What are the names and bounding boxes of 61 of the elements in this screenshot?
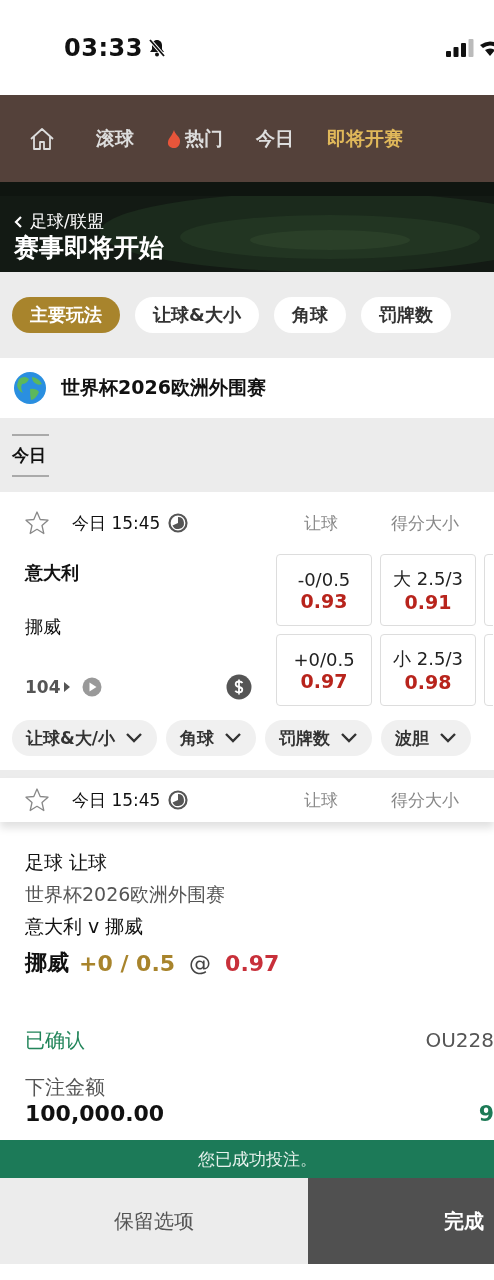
more-markets-link[interactable]: 104 (25, 677, 70, 697)
market-tab[interactable]: 角球 (273, 297, 346, 333)
stake-amount: 100,000.00 (25, 1101, 165, 1126)
globe-icon (13, 371, 47, 405)
clock-icon (168, 790, 189, 810)
dollar-icon[interactable] (226, 674, 252, 700)
odds-value: 0.97 (225, 950, 280, 976)
at-sign: @ (189, 950, 212, 976)
team-name: 意大利 (25, 561, 80, 585)
success-banner: 您已成功投注。 (0, 1140, 494, 1178)
market-dropdown[interactable]: 罚牌数 (265, 720, 373, 756)
star-icon[interactable] (24, 787, 50, 813)
stake-label: 下注金额 (25, 1074, 106, 1101)
clock-time: 03:33 (64, 33, 143, 62)
kickoff-time: 今日 15:45 (72, 788, 161, 812)
market-tab[interactable]: 让球&大小 (135, 297, 259, 333)
star-icon[interactable] (24, 510, 50, 536)
muted-bell-icon (146, 37, 167, 58)
column-header: 得分大小 (390, 511, 460, 535)
odds-button[interactable]: 小 2.5/3 0.98 (380, 634, 476, 706)
fixture-name: 意大利 v 挪威 (25, 914, 145, 939)
page-title: 赛事即将开始 (14, 233, 165, 263)
signal-icon (446, 38, 474, 57)
column-header: 得分大小 (390, 788, 460, 812)
back-link[interactable]: 足球/联盟 (14, 210, 104, 233)
chevron-down-icon (439, 732, 458, 744)
bet-reference: OU228 (425, 1028, 494, 1052)
chevron-down-icon (224, 732, 243, 744)
clock-icon (168, 513, 189, 533)
odds-button[interactable]: +0/0.5 0.97 (276, 634, 372, 706)
chevron-down-icon (125, 732, 144, 744)
odds-button[interactable]: -0/0.5 0.93 (276, 554, 372, 626)
handicap-line: +0 / 0.5 (79, 950, 176, 976)
market-dropdown[interactable]: 波胆 (381, 720, 472, 756)
nav-tab[interactable]: 热门 (167, 125, 223, 152)
market-dropdown[interactable]: 让球&大/小 (12, 720, 158, 756)
nav-tab[interactable]: 今日 (256, 125, 294, 152)
flame-icon (167, 129, 181, 148)
bet-status: 已确认 (25, 1026, 85, 1054)
keep-selections-button[interactable]: 保留选项 (0, 1178, 308, 1264)
kickoff-time: 今日 15:45 (72, 511, 161, 535)
play-icon[interactable] (81, 677, 102, 697)
payout-amount: 9 (478, 1101, 494, 1126)
back-chevron-icon (14, 214, 24, 229)
nav-tab[interactable]: 即将开赛 (327, 125, 403, 152)
team-name: 挪威 (25, 615, 62, 639)
done-button[interactable]: 完成 (308, 1178, 494, 1264)
nav-tab[interactable]: 滚球 (96, 125, 134, 152)
chevron-down-icon (340, 732, 359, 744)
league-name: 世界杯2026欧洲外围赛 (25, 882, 227, 907)
odds-button[interactable]: 大 2.5/3 0.91 (380, 554, 476, 626)
league-title: 世界杯2026欧洲外围赛 (61, 375, 266, 400)
bet-market: 足球 让球 (25, 850, 109, 875)
market-tab[interactable]: 罚牌数 (360, 297, 451, 333)
caret-icon (63, 682, 70, 692)
market-dropdown[interactable]: 角球 (166, 720, 257, 756)
date-tab[interactable]: 今日 (12, 433, 49, 477)
column-header: 让球 (303, 511, 339, 535)
selection-name: 挪威 (25, 949, 69, 977)
column-header: 让球 (303, 788, 339, 812)
market-tab[interactable]: 主要玩法 (12, 297, 120, 333)
